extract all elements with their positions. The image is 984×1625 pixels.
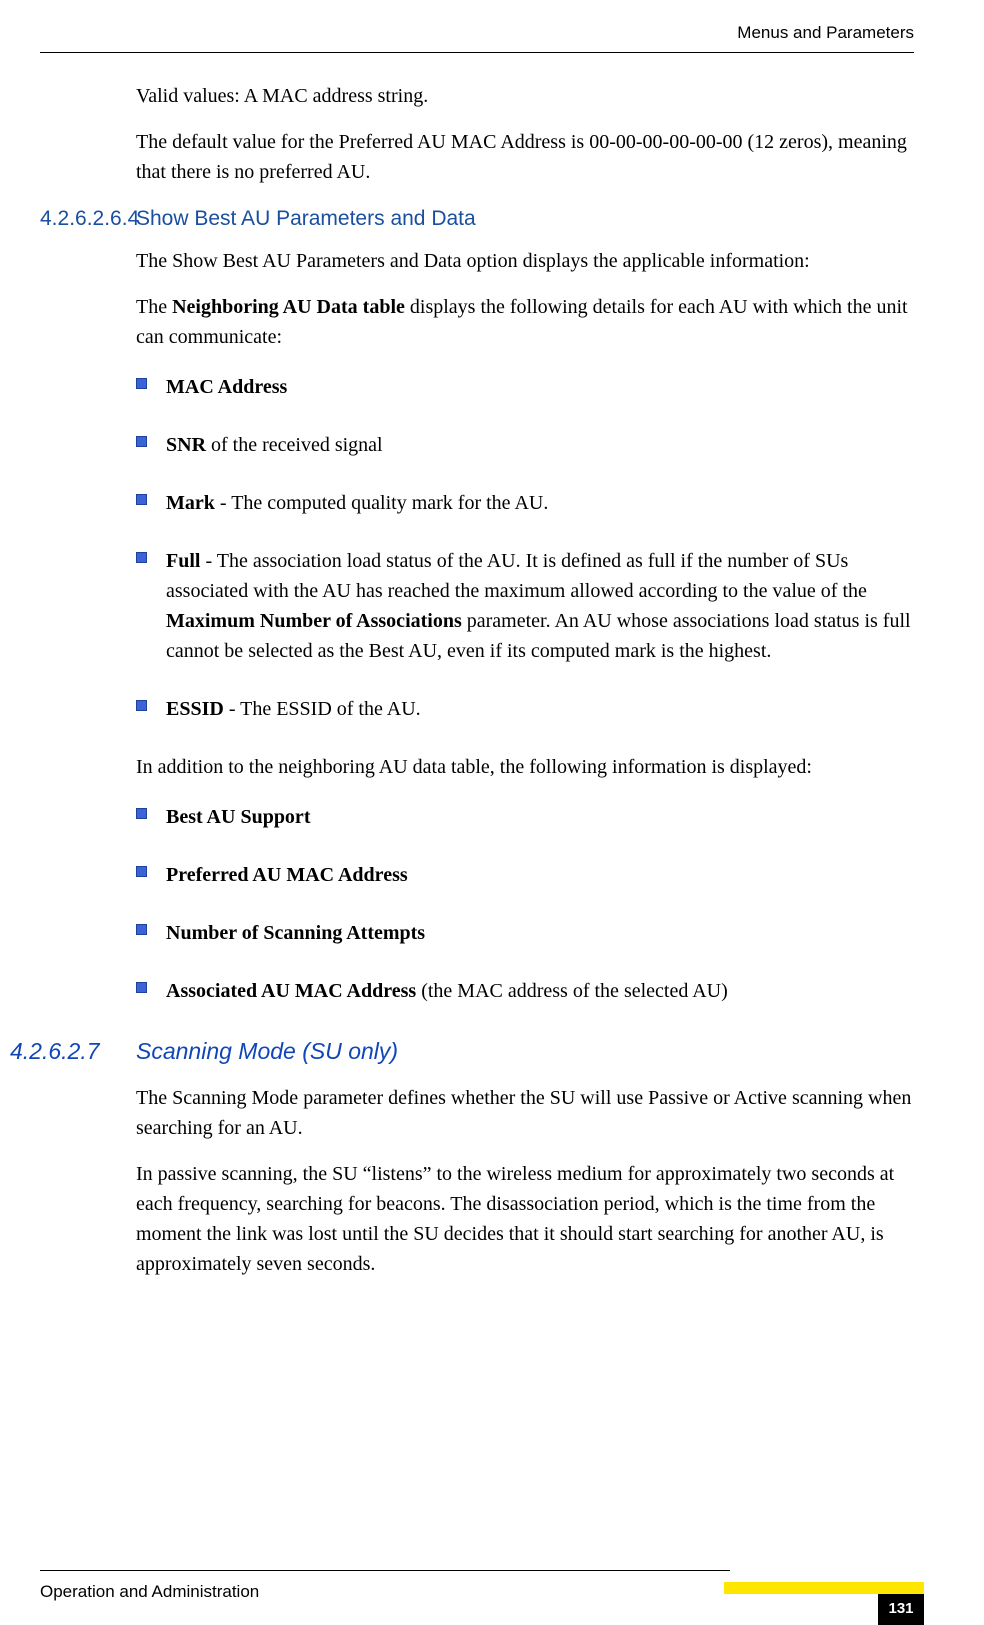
- bullet-bold: Number of Scanning Attempts: [166, 922, 425, 944]
- bullet-icon: [136, 808, 147, 819]
- bullet-icon: [136, 866, 147, 877]
- bullet-bold: Mark: [166, 492, 215, 514]
- yellow-bar: [724, 1582, 924, 1594]
- s1-p3: In addition to the neighboring AU data t…: [136, 752, 914, 782]
- footer-rule: [40, 1570, 730, 1571]
- bullet-rest: of the received signal: [206, 434, 383, 456]
- bullet-bold: Full: [166, 550, 200, 572]
- list-item: Best AU Support: [136, 802, 914, 832]
- list-item: SNR of the received signal: [136, 430, 914, 460]
- s1-p2: The Neighboring AU Data table displays t…: [136, 292, 914, 352]
- bullet-bold: Best AU Support: [166, 806, 310, 828]
- list-item: Preferred AU MAC Address: [136, 860, 914, 890]
- s2-p1: The Scanning Mode parameter defines whet…: [136, 1083, 914, 1143]
- bullet-rest: - The ESSID of the AU.: [224, 698, 421, 720]
- bullet-icon: [136, 436, 147, 447]
- bullet-list-neighboring-au: MAC Address SNR of the received signal M…: [136, 372, 914, 724]
- bullet-bold: SNR: [166, 434, 206, 456]
- list-item: Associated AU MAC Address (the MAC addre…: [136, 976, 914, 1006]
- section-number: 4.2.6.2.6.4: [40, 203, 136, 235]
- bullet-mid-bold: Maximum Number of Associations: [166, 610, 462, 632]
- s1-p2-pre: The: [136, 296, 172, 318]
- s1-p2-bold: Neighboring AU Data table: [172, 296, 405, 318]
- bullet-bold: MAC Address: [166, 376, 287, 398]
- section-title: Scanning Mode (SU only): [136, 1034, 398, 1069]
- header-section-label: Menus and Parameters: [40, 20, 914, 46]
- bullet-icon: [136, 700, 147, 711]
- bullet-bold: ESSID: [166, 698, 224, 720]
- bullet-icon: [136, 982, 147, 993]
- bullet-list-additional-info: Best AU Support Preferred AU MAC Address…: [136, 802, 914, 1006]
- s2-p2: In passive scanning, the SU “listens” to…: [136, 1159, 914, 1279]
- section-title: Show Best AU Parameters and Data: [136, 203, 476, 235]
- footer: Operation and Administration 131: [0, 1570, 984, 1625]
- intro-p1: Valid values: A MAC address string.: [136, 81, 914, 111]
- bullet-icon: [136, 552, 147, 563]
- section-4.2.6.2.6.4: 4.2.6.2.6.4 Show Best AU Parameters and …: [40, 203, 914, 235]
- bullet-rest-pre: - The association load status of the AU.…: [166, 550, 867, 602]
- page-number-tag: 131: [724, 1582, 924, 1625]
- bullet-icon: [136, 378, 147, 389]
- list-item: Full - The association load status of th…: [136, 546, 914, 666]
- bullet-bold: Associated AU MAC Address: [166, 980, 416, 1002]
- list-item: Number of Scanning Attempts: [136, 918, 914, 948]
- list-item: ESSID - The ESSID of the AU.: [136, 694, 914, 724]
- bullet-bold: Preferred AU MAC Address: [166, 864, 408, 886]
- bullet-rest: (the MAC address of the selected AU): [416, 980, 728, 1002]
- bullet-rest: - The computed quality mark for the AU.: [215, 492, 548, 514]
- bullet-icon: [136, 494, 147, 505]
- list-item: MAC Address: [136, 372, 914, 402]
- s1-p1: The Show Best AU Parameters and Data opt…: [136, 246, 914, 276]
- page-number: 131: [878, 1594, 924, 1625]
- bullet-icon: [136, 924, 147, 935]
- header-rule: [40, 52, 914, 53]
- section-4.2.6.2.7: 4.2.6.2.7 Scanning Mode (SU only): [10, 1034, 914, 1069]
- intro-p2: The default value for the Preferred AU M…: [136, 127, 914, 187]
- list-item: Mark - The computed quality mark for the…: [136, 488, 914, 518]
- section-number: 4.2.6.2.7: [10, 1034, 136, 1069]
